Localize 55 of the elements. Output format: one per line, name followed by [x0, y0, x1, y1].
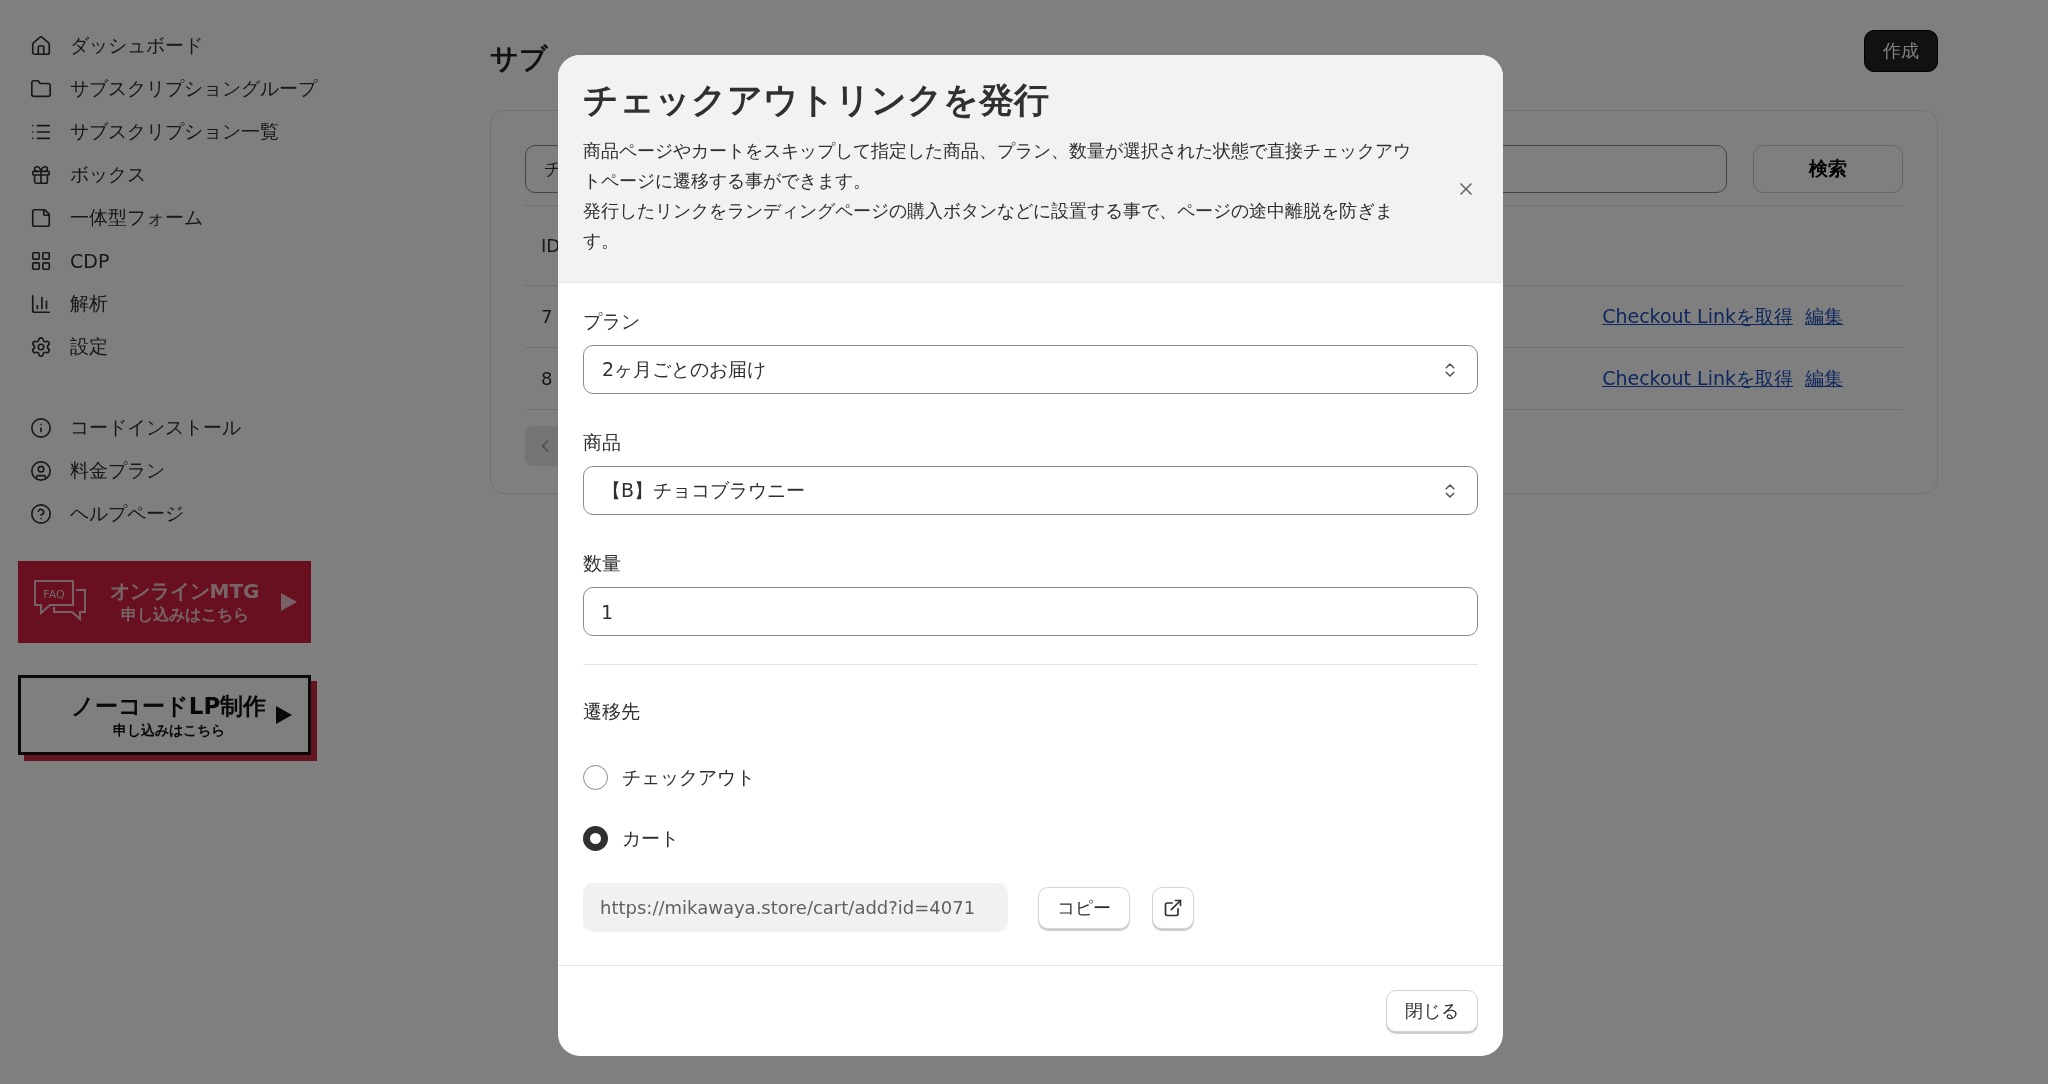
- sidebar-item[interactable]: 料金プラン: [18, 449, 452, 492]
- table-link[interactable]: 編集: [1805, 303, 1843, 330]
- dialog-title: チェックアウトリンクを発行: [583, 79, 1050, 122]
- sidebar-item[interactable]: サブスクリプショングループ: [18, 67, 452, 110]
- sidebar-item[interactable]: ダッシュボード: [18, 24, 452, 67]
- sidebar-item[interactable]: CDP: [18, 239, 452, 282]
- table-cell: 7: [541, 306, 553, 327]
- settings-icon: [30, 335, 52, 358]
- sidebar-item[interactable]: ボックス: [18, 153, 452, 196]
- select-field[interactable]: 【B】チョコブラウニー: [583, 466, 1478, 515]
- gift-box-icon: [30, 163, 52, 186]
- dialog-description: 商品ページやカートをスキップして指定した商品、プラン、数量が選択された状態で直接チェックアウトページに遷移する事ができます。: [583, 139, 1412, 193]
- sidebar-item[interactable]: 一体型フォーム: [18, 196, 452, 239]
- table-cell: 8: [541, 368, 553, 389]
- banner-subtitle: 申し込みはこちら: [120, 605, 249, 626]
- sidebar-item[interactable]: サブスクリプション一覧: [18, 110, 452, 153]
- field-label: 数量: [583, 551, 622, 576]
- select-field[interactable]: 2ヶ月ごとのお届け: [583, 345, 1478, 394]
- table-link[interactable]: Checkout Linkを取得: [1602, 303, 1793, 330]
- quantity-field[interactable]: 1: [583, 587, 1478, 636]
- external-link-button[interactable]: [1152, 886, 1194, 929]
- home-icon: [30, 34, 52, 57]
- note-icon: [30, 206, 52, 229]
- banner-title: オンラインMTG: [109, 578, 260, 605]
- bar-chart-icon: [30, 292, 52, 315]
- search-button[interactable]: 検索: [1753, 145, 1903, 193]
- help-icon: [30, 502, 52, 525]
- radio-button[interactable]: [583, 826, 608, 851]
- user-circle-icon: [30, 459, 52, 482]
- dialog-description: 発行したリンクをランディングページの購入ボタンなどに設置する事で、ページの途中離脱を防ぎます。: [583, 199, 1394, 253]
- sidebar-item[interactable]: 設定: [18, 325, 452, 368]
- play-icon: [276, 706, 292, 724]
- field-label: 遷移先: [583, 699, 641, 724]
- url-field[interactable]: https://mikawaya.store/cart/add?id=4071: [583, 883, 1008, 932]
- folder-icon: [30, 77, 52, 100]
- page-title: サブ: [490, 41, 548, 77]
- external-link-icon: [1163, 897, 1183, 918]
- field-label: プラン: [583, 309, 641, 334]
- create-button[interactable]: 作成: [1864, 30, 1938, 72]
- sidebar-item[interactable]: 解析: [18, 282, 452, 325]
- sidebar-item[interactable]: ヘルプページ: [18, 492, 452, 535]
- banner-title: ノーコードLP制作: [70, 691, 267, 721]
- close-button[interactable]: 閉じる: [1386, 990, 1478, 1032]
- table-link[interactable]: Checkout Linkを取得: [1602, 365, 1793, 392]
- radio-label: カート: [622, 825, 679, 851]
- info-icon: [30, 416, 52, 439]
- table-link[interactable]: 編集: [1805, 365, 1843, 392]
- play-icon: [281, 593, 297, 611]
- sidebar-item[interactable]: コードインストール: [18, 406, 452, 449]
- copy-button[interactable]: コピー: [1038, 886, 1130, 929]
- field-label: 商品: [583, 430, 622, 455]
- radio-label: チェックアウト: [622, 764, 755, 790]
- grid-icon: [30, 249, 52, 272]
- radio-button[interactable]: [583, 765, 608, 790]
- banner-subtitle: 申し込みはこちら: [112, 721, 225, 740]
